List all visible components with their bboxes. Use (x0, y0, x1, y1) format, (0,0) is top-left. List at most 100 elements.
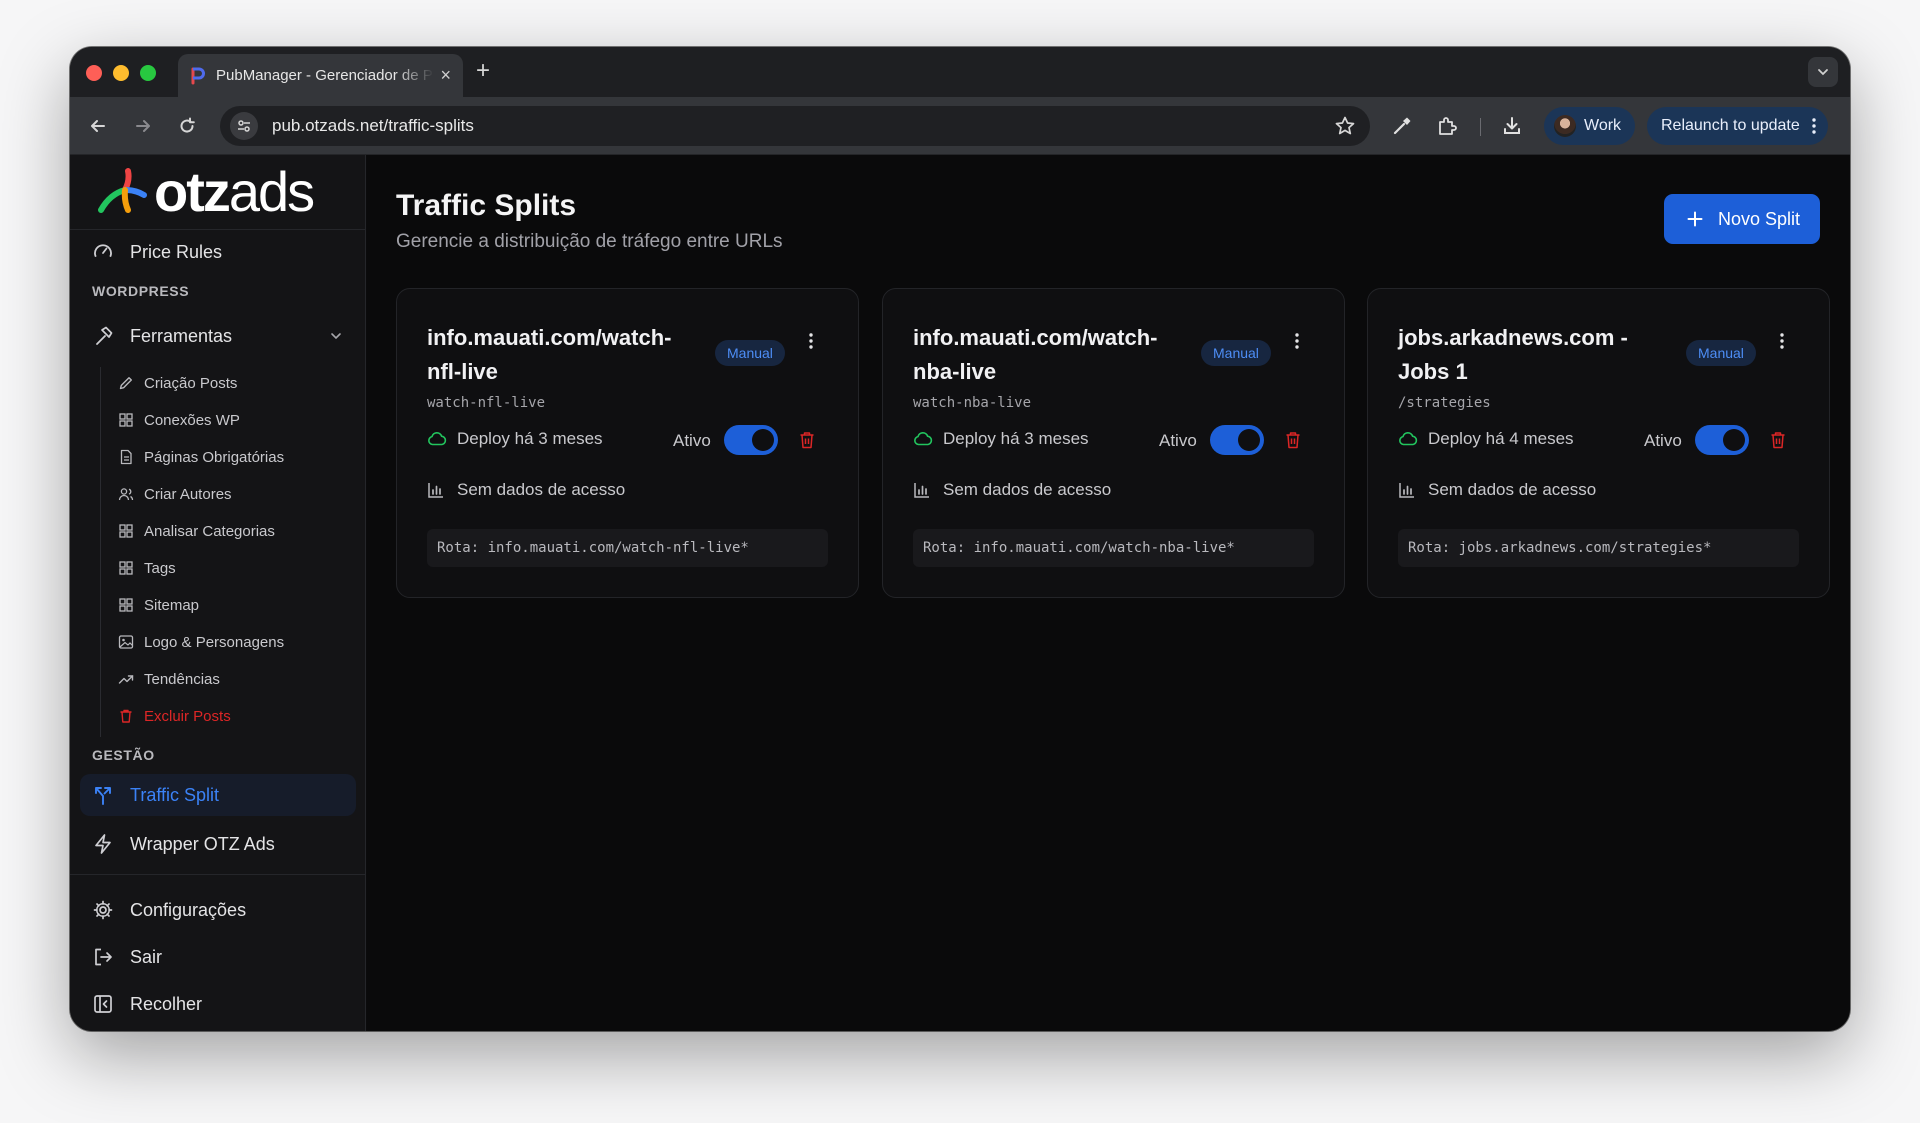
sidebar-item-label: Ferramentas (130, 325, 233, 346)
split-card-title: info.mauati.com/watch-nba-live (913, 325, 1158, 384)
sidebar-subitem-tendencias[interactable]: Tendências (118, 664, 348, 694)
sidebar-subitem-label: Tags (144, 559, 176, 577)
sidebar-item-label: Recolher (130, 993, 203, 1014)
sidebar-subitem-conexoes-wp[interactable]: Conexões WP (118, 405, 348, 435)
download-icon (1504, 117, 1520, 134)
new-tab-button[interactable]: + (476, 57, 490, 85)
relaunch-button[interactable]: Relaunch to update (1647, 107, 1828, 145)
trash-icon (1771, 432, 1785, 449)
chevron-down-icon (1818, 69, 1828, 76)
bolt-icon (95, 834, 111, 854)
site-info-button[interactable] (230, 112, 258, 140)
sidebar-item-wrapper-otz-ads[interactable]: Wrapper OTZ Ads (80, 823, 356, 865)
sidebar-subitem-criar-autores[interactable]: Criar Autores (118, 479, 348, 509)
tab-close-icon[interactable]: × (440, 65, 451, 86)
card-menu-button[interactable] (1287, 329, 1307, 353)
sidebar-subitem-paginas-obrigatorias[interactable]: Páginas Obrigatórias (118, 442, 348, 472)
toggle-knob (752, 429, 774, 451)
browser-toolbar: pub.otzads.net/traffic-splits Work Relau… (70, 97, 1850, 155)
access-stats: Sem dados de acesso (913, 480, 1111, 500)
bar-chart-icon (428, 483, 443, 498)
deploy-status-text: Deploy há 4 meses (1428, 429, 1574, 448)
sidebar-subitem-sitemap[interactable]: Sitemap (118, 590, 348, 620)
sidebar-subitem-label: Sitemap (144, 596, 200, 614)
sidebar-subitem-label: Criar Autores (144, 485, 232, 503)
grid-icon (119, 598, 133, 612)
collapse-icon (94, 995, 112, 1013)
address-bar[interactable]: pub.otzads.net/traffic-splits (220, 106, 1370, 146)
logo-mark-icon (98, 168, 147, 213)
sidebar-item-traffic-split[interactable]: Traffic Split (80, 774, 356, 816)
profile-label: Work (1584, 117, 1622, 134)
trash-icon (1286, 432, 1300, 449)
sidebar-subitem-label: Excluir Posts (144, 707, 231, 725)
tab-title: PubManager - Gerenciador de Publicações (216, 67, 434, 84)
split-slug: watch-nba-live (913, 395, 1032, 411)
section-label-gestao: GESTÃO (92, 747, 155, 763)
sidebar-item-label: Price Rules (130, 241, 223, 262)
card-menu-button[interactable] (801, 329, 821, 353)
otzads-logo[interactable]: otzads (98, 161, 315, 223)
sidebar-subitem-logo-personagens[interactable]: Logo & Personagens (118, 627, 348, 657)
arrow-left-icon (91, 120, 105, 132)
hammer-icon (96, 326, 113, 345)
grid-icon (119, 524, 133, 538)
sidebar-subitem-label: Tendências (144, 670, 220, 688)
logout-icon (95, 948, 112, 966)
sidebar-divider (70, 874, 366, 875)
tab-strip: PubManager - Gerenciador de Publicações … (70, 47, 1850, 97)
back-button[interactable] (86, 114, 110, 138)
new-split-label: Novo Split (1717, 208, 1800, 229)
sidebar: otzads Price Rules WORDPRESS Ferramentas… (70, 155, 366, 1031)
more-vertical-icon (1780, 333, 1784, 349)
sidebar-subitem-analisar-categorias[interactable]: Analisar Categorias (118, 516, 348, 546)
sidebar-item-recolher[interactable]: Recolher (80, 983, 356, 1025)
status-badge: Manual (1201, 340, 1271, 366)
cloud-icon (1399, 432, 1418, 446)
grid-icon (119, 561, 133, 575)
close-window-button[interactable] (86, 65, 102, 81)
downloads-button[interactable] (1499, 113, 1525, 139)
minimize-window-button[interactable] (113, 65, 129, 81)
users-icon (118, 488, 134, 501)
bookmark-star-icon[interactable] (1334, 115, 1356, 137)
sidebar-subitem-label: Conexões WP (144, 411, 240, 429)
sidebar-item-sair[interactable]: Sair (80, 936, 356, 978)
bar-chart-icon (1399, 483, 1414, 498)
eyedropper-button[interactable] (1389, 113, 1415, 139)
more-vertical-icon (809, 333, 813, 349)
sidebar-subitem-excluir-posts[interactable]: Excluir Posts (118, 701, 348, 731)
sidebar-item-ferramentas[interactable]: Ferramentas (80, 315, 356, 357)
deploy-status: Deploy há 3 meses (427, 429, 603, 449)
sidebar-divider (70, 229, 366, 230)
deploy-status-text: Deploy há 3 meses (457, 429, 603, 448)
toggle-knob (1238, 429, 1260, 451)
main-content: Traffic Splits Gerencie a distribuição d… (367, 155, 1850, 1031)
split-slug: /strategies (1398, 395, 1491, 411)
pencil-icon (119, 377, 132, 390)
sidebar-subitem-label: Logo & Personagens (144, 633, 285, 651)
sidebar-subitem-tags[interactable]: Tags (118, 553, 348, 583)
new-split-button[interactable]: Novo Split (1663, 194, 1820, 244)
active-toggle[interactable] (1695, 425, 1749, 455)
active-toggle[interactable] (1210, 425, 1264, 455)
card-menu-button[interactable] (1772, 329, 1792, 353)
delete-split-button[interactable] (797, 429, 817, 451)
reload-button[interactable] (175, 114, 199, 138)
page-title: Traffic Splits (396, 189, 577, 222)
active-toggle[interactable] (724, 425, 778, 455)
sidebar-item-configuracoes[interactable]: Configurações (80, 889, 356, 931)
tab-search-button[interactable] (1808, 57, 1838, 87)
sidebar-item-price-rules[interactable]: Price Rules (80, 231, 356, 273)
forward-button[interactable] (131, 114, 155, 138)
trash-icon (800, 432, 814, 449)
delete-split-button[interactable] (1283, 429, 1303, 451)
delete-split-button[interactable] (1768, 429, 1788, 451)
sidebar-subitem-criacao-posts[interactable]: Criação Posts (118, 368, 348, 398)
profile-button[interactable]: Work (1544, 107, 1636, 145)
browser-tab[interactable]: PubManager - Gerenciador de Publicações … (178, 54, 463, 97)
extensions-button[interactable] (1434, 113, 1460, 139)
maximize-window-button[interactable] (140, 65, 156, 81)
split-route: Rota: info.mauati.com/watch-nfl-live* (427, 529, 828, 567)
split-route: Rota: jobs.arkadnews.com/strategies* (1398, 529, 1799, 567)
